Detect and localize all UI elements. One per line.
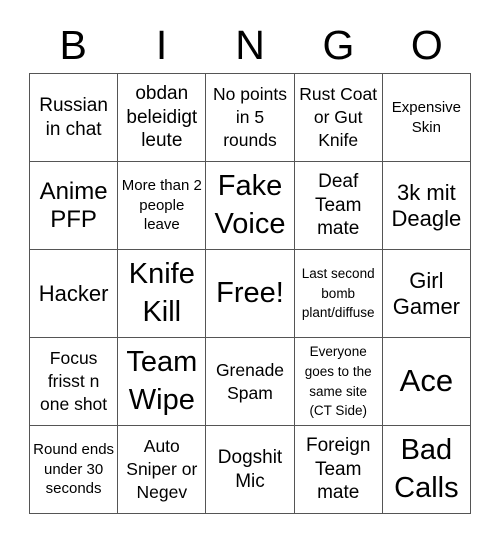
bingo-cell[interactable]: More than 2 people leave [118,162,207,250]
bingo-cell[interactable]: obdan beleidigt leute [118,74,207,162]
bingo-cell[interactable]: Expensive Skin [382,74,471,162]
header-letter-g: G [322,22,355,68]
bingo-cell[interactable]: No points in 5 rounds [206,74,295,162]
cell-text: Hacker [38,280,109,306]
cell-text: 3k mit Deagle [391,180,462,231]
cell-text: Everyone goes to the same site (CT Side) [304,344,372,419]
bingo-cell[interactable]: Dogshit Mic [206,426,295,514]
cell-text: Grenade Spam [215,359,285,403]
cell-text: More than 2 people leave [121,177,202,234]
bingo-cell[interactable]: Auto Sniper or Negev [118,426,207,514]
bingo-cell[interactable]: Deaf Team mate [294,162,383,250]
bingo-card: Russian in chat obdan beleidigt leute No… [29,73,471,514]
cell-text: Last second bomb plant/diffuse [301,266,375,321]
bingo-cell[interactable]: Focus frisst n one shot [30,338,119,426]
cell-text: Expensive Skin [391,99,461,136]
bingo-cell[interactable]: Last second bomb plant/diffuse [294,250,383,338]
cell-text: obdan beleidigt leute [126,82,198,152]
bingo-cell[interactable]: Foreign Team mate [294,426,383,514]
header-letter-b: B [59,22,87,68]
header-letter-o: O [410,22,443,68]
cell-text: Knife Kill [128,257,195,328]
bingo-cell[interactable]: Ace [382,338,471,426]
bingo-cell[interactable]: Grenade Spam [206,338,295,426]
bingo-cell[interactable]: Anime PFP [30,162,119,250]
bingo-cell[interactable]: Girl Gamer [382,250,471,338]
bingo-cell[interactable]: Hacker [30,250,119,338]
header-letter-i: I [155,22,168,68]
cell-text: Ace [399,363,454,399]
free-space[interactable]: Free! [206,250,295,338]
bingo-cell[interactable]: Bad Calls [382,426,471,514]
bingo-cell[interactable]: 3k mit Deagle [382,162,471,250]
cell-text: Foreign Team mate [305,434,371,504]
cell-text: Russian in chat [39,94,108,140]
bingo-cell[interactable]: Rust Coat or Gut Knife [294,74,383,162]
bingo-cell[interactable]: Team Wipe [118,338,207,426]
cell-text: Auto Sniper or Negev [126,436,198,502]
bingo-cell[interactable]: Russian in chat [30,74,119,162]
header-letter-n: N [235,22,265,68]
cell-text: Rust Coat or Gut Knife [299,84,378,150]
cell-text: Free! [216,276,284,309]
bingo-header: B I N G O [29,18,471,73]
cell-text: Dogshit Mic [217,446,283,492]
bingo-cell[interactable]: Everyone goes to the same site (CT Side) [294,338,383,426]
bingo-cell[interactable]: Knife Kill [118,250,207,338]
cell-text: Fake Voice [214,169,286,240]
bingo-cell[interactable]: Fake Voice [206,162,295,250]
bingo-cell[interactable]: Round ends under 30 seconds [30,426,119,514]
cell-text: Deaf Team mate [314,170,362,240]
cell-text: Focus frisst n one shot [40,348,108,414]
cell-text: Girl Gamer [392,268,461,319]
cell-text: Anime PFP [39,177,108,233]
cell-text: Bad Calls [394,433,459,504]
cell-text: Round ends under 30 seconds [33,441,115,498]
cell-text: Team Wipe [126,345,198,416]
cell-text: No points in 5 rounds [213,84,287,150]
